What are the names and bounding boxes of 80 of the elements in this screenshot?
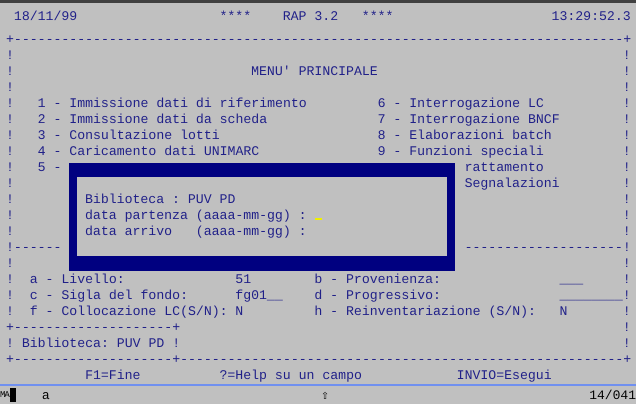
- title-text: ****: [219, 9, 252, 25]
- cursor-position: 14/041: [589, 388, 636, 402]
- library-label: Biblioteca : PUV PD: [85, 192, 236, 208]
- library-label: ! Biblioteca: PUV PD !: [6, 336, 180, 352]
- key-hint: ?=Help su un campo: [219, 368, 362, 384]
- frame-edge: !: [6, 112, 14, 128]
- field-value: 51: [235, 272, 252, 288]
- frame-rule: !------: [6, 240, 62, 256]
- frame-rule: +--------------------+: [6, 320, 180, 336]
- frame-edge: !: [6, 256, 14, 272]
- title-text: ****: [362, 9, 394, 25]
- frame-edge: !: [6, 304, 14, 320]
- frame-edge: !: [6, 288, 14, 304]
- date-label: data partenza (aaaa-mm-gg) :: [85, 208, 307, 224]
- menu-item[interactable]: 5 -: [38, 160, 62, 176]
- menu-item[interactable]: 3 - Consultazione lotti: [38, 128, 220, 144]
- menu-item[interactable]: rattamento: [464, 160, 544, 176]
- field-value: fg01__: [235, 288, 283, 304]
- frame-edge: !: [6, 128, 14, 144]
- menu-item[interactable]: 1 - Immissione dati di riferimento: [38, 96, 306, 112]
- field-label: c - Sigla del fondo:: [30, 288, 188, 304]
- frame-edge: !: [6, 48, 14, 64]
- frame-edge: !: [622, 288, 631, 304]
- frame-edge: !: [622, 320, 631, 336]
- field-value: ________: [559, 288, 623, 304]
- shift-indicator: ⇧: [321, 388, 329, 402]
- menu-item[interactable]: 9 - Funzioni speciali: [378, 144, 544, 160]
- frame-edge: !: [6, 80, 14, 96]
- frame-edge: !: [6, 96, 14, 112]
- frame-edge: !: [622, 192, 631, 208]
- frame-rule: --------------------!: [464, 240, 631, 256]
- field-label: d - Progressivo:: [314, 288, 441, 304]
- input-text: a: [42, 388, 50, 402]
- frame-edge: !: [622, 272, 631, 288]
- menu-item[interactable]: 4 - Caricamento dati UNIMARC: [38, 144, 259, 160]
- frame-edge: !: [6, 160, 14, 176]
- frame-edge: !: [622, 304, 631, 320]
- frame-edge: !: [622, 208, 631, 224]
- field-label: a - Livello:: [30, 272, 125, 288]
- frame-edge: !: [622, 96, 631, 112]
- menu-item[interactable]: 6 - Interrogazione LC: [378, 96, 544, 112]
- menu-item[interactable]: 8 - Elaborazioni batch: [378, 128, 552, 144]
- frame-edge: !: [622, 224, 631, 240]
- field-value: ___: [559, 272, 584, 288]
- frame-edge: !: [6, 144, 14, 160]
- menu-item[interactable]: 2 - Immissione dati da scheda: [38, 112, 267, 128]
- frame-edge: !: [6, 64, 14, 80]
- key-hint: INVIO=Esegui: [456, 368, 552, 384]
- cursor-block-icon: [10, 388, 16, 402]
- frame-edge: !: [6, 224, 14, 240]
- field-value: N: [235, 304, 244, 320]
- field-label: b - Provenienza:: [314, 272, 441, 288]
- frame-edge: !: [6, 192, 14, 208]
- date-text: 18/11/99: [14, 9, 78, 25]
- frame-edge: !: [622, 336, 631, 352]
- mode-indicator: MA: [0, 390, 9, 400]
- field-label: f - Collocazione LC(S/N):: [30, 304, 228, 320]
- time-text: 13:29:52.3: [552, 9, 631, 25]
- menu-title: MENU' PRINCIPALE: [251, 64, 378, 80]
- title-text: RAP 3.2: [282, 9, 338, 25]
- menu-item[interactable]: Segnalazioni: [464, 176, 560, 192]
- field-value: N: [559, 304, 568, 320]
- frame-edge: !: [6, 272, 14, 288]
- frame-edge: !: [6, 208, 14, 224]
- frame-edge: !: [622, 128, 631, 144]
- frame-edge: !: [622, 48, 631, 64]
- frame-rule: +--------------------+--------------------------------------------------------+: [6, 352, 631, 368]
- frame-rule: +-----------------------------------------------------------------------------+: [6, 32, 631, 48]
- frame-edge: !: [622, 256, 631, 272]
- frame-edge: !: [622, 144, 631, 160]
- date-label: data arrivo (aaaa-mm-gg) :: [85, 224, 307, 240]
- key-hint: F1=Fine: [85, 368, 140, 384]
- frame-edge: !: [622, 112, 631, 128]
- frame-edge: !: [622, 64, 631, 80]
- menu-item[interactable]: 7 - Interrogazione BNCF: [378, 112, 560, 128]
- frame-edge: !: [622, 160, 631, 176]
- field-label: h - Reinventariazione (S/N):: [314, 304, 536, 320]
- frame-edge: !: [622, 176, 631, 192]
- frame-edge: !: [622, 80, 631, 96]
- frame-edge: !: [6, 176, 14, 192]
